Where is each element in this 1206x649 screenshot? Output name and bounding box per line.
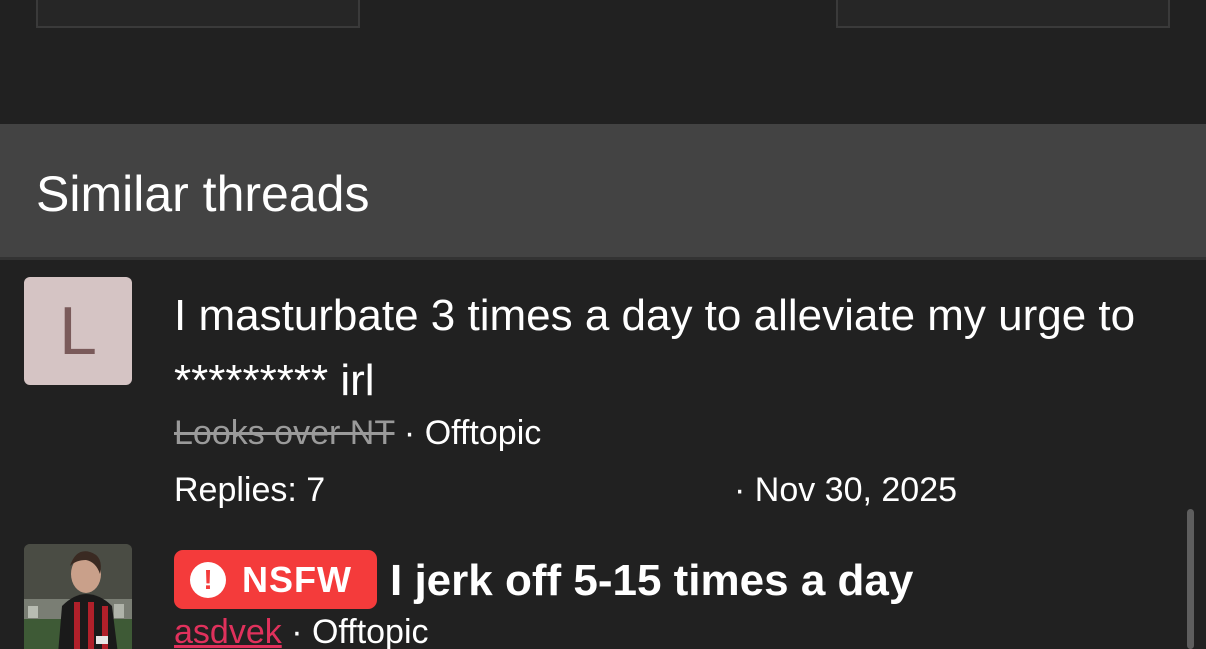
forum-link[interactable]: Offtopic — [312, 613, 429, 649]
thread-date: · Nov 30, 2025 — [734, 471, 958, 509]
thread-meta: Looks over NT · Offtopic — [174, 413, 541, 453]
top-left-panel — [36, 0, 360, 28]
replies-count: Replies: 7 — [174, 471, 326, 509]
author-link[interactable]: Looks over NT — [174, 414, 394, 452]
meta-separator: · — [403, 414, 416, 452]
thread-meta: asdvek · Offtopic — [174, 612, 429, 649]
meta-separator: · — [291, 613, 303, 649]
avatar[interactable]: L — [24, 277, 132, 385]
section-title: Similar threads — [36, 166, 370, 222]
author-link[interactable]: asdvek — [174, 613, 282, 649]
thread-title-link[interactable]: I masturbate 3 times a day to alleviate … — [174, 283, 1184, 413]
avatar[interactable] — [24, 544, 132, 649]
forum-link[interactable]: Offtopic — [425, 414, 542, 452]
avatar-photo-image — [24, 544, 132, 649]
thread-title-link[interactable]: I jerk off 5-15 times a day — [390, 550, 913, 612]
scrollbar[interactable] — [1187, 509, 1194, 649]
top-right-panel — [836, 0, 1170, 28]
similar-threads-header: Similar threads — [0, 124, 1206, 260]
nsfw-label: NSFW — [242, 558, 352, 600]
nsfw-badge: ! NSFW — [174, 550, 377, 609]
alert-icon: ! — [190, 561, 226, 598]
